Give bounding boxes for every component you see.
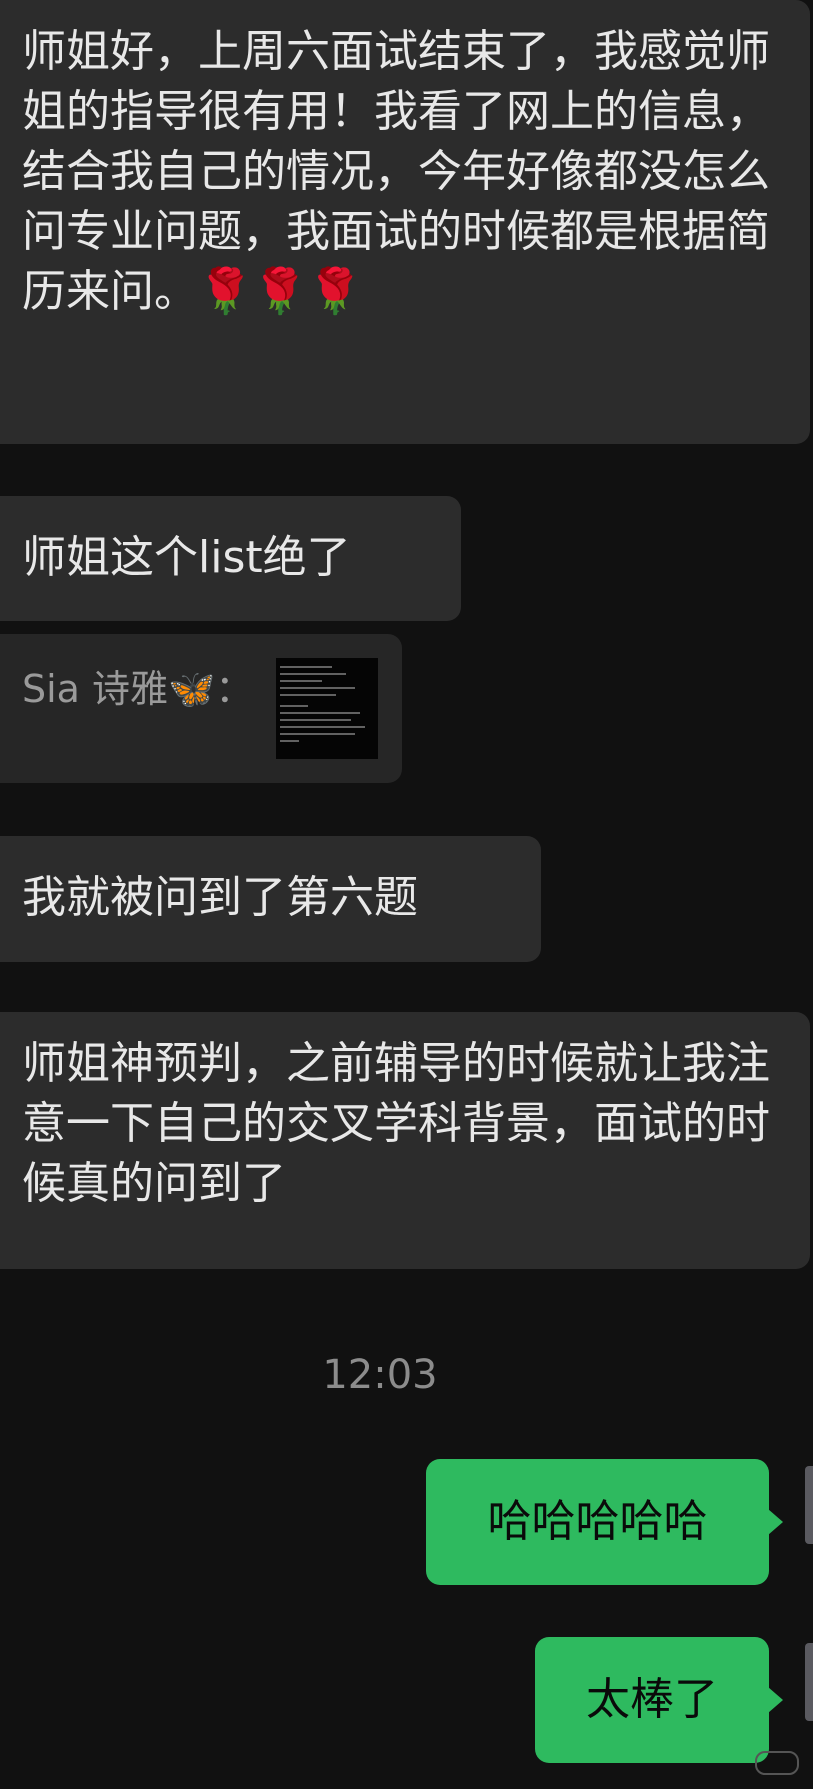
message-text: 哈哈哈哈哈: [487, 1496, 708, 1547]
incoming-message-bubble[interactable]: 师姐这个list绝了: [0, 496, 461, 621]
incoming-message-bubble[interactable]: 师姐神预判，之前辅导的时候就让我注意一下自己的交叉学科背景，面试的时候真的问到了: [0, 1012, 810, 1269]
outgoing-message-bubble[interactable]: 太棒了: [535, 1637, 783, 1763]
avatar[interactable]: [805, 1466, 813, 1544]
butterfly-emoji: 🦋: [168, 667, 216, 711]
rose-emoji: 🌹🌹🌹: [198, 266, 363, 317]
message-text: 师姐好，上周六面试结束了，我感觉师姐的指导很有用！我看了网上的信息，结合我自己的…: [22, 26, 770, 317]
quoted-image-thumbnail[interactable]: [276, 658, 378, 759]
message-text: 太棒了: [586, 1674, 718, 1725]
avatar[interactable]: [805, 1643, 813, 1721]
watermark-logo: [755, 1751, 799, 1775]
message-text: 我就被问到了第六题: [22, 872, 418, 923]
incoming-message-bubble[interactable]: 我就被问到了第六题: [0, 836, 541, 962]
message-text: 师姐神预判，之前辅导的时候就让我注意一下自己的交叉学科背景，面试的时候真的问到了: [22, 1038, 770, 1209]
message-text: 师姐这个list绝了: [22, 532, 351, 583]
quoted-message[interactable]: Sia 诗雅🦋：: [0, 634, 402, 783]
outgoing-message-bubble[interactable]: 哈哈哈哈哈: [426, 1459, 783, 1585]
incoming-message-bubble[interactable]: 师姐好，上周六面试结束了，我感觉师姐的指导很有用！我看了网上的信息，结合我自己的…: [0, 0, 810, 444]
quote-sender: Sia 诗雅🦋：: [22, 667, 254, 711]
timestamp: 12:03: [322, 1352, 438, 1398]
